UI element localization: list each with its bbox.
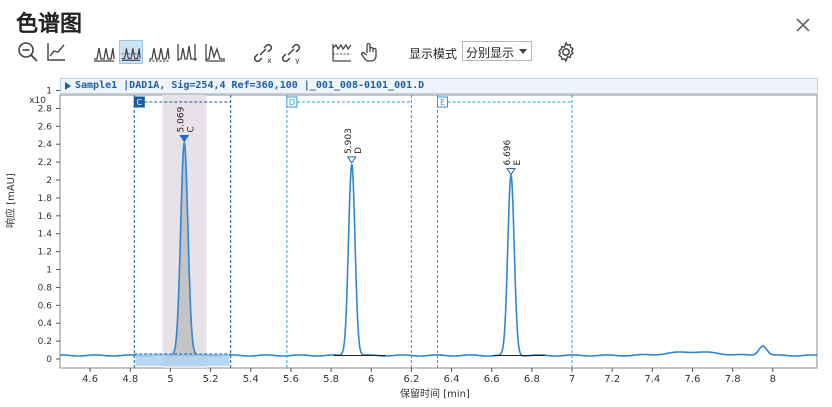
- y-tick-label: 2.2: [38, 158, 52, 168]
- y-tick-label: 0: [46, 355, 52, 365]
- x-tick-label: 8: [770, 374, 776, 385]
- y-tick-label: 2: [46, 176, 52, 186]
- x-tick-label: 5.2: [203, 374, 219, 385]
- selected-window-bar: [135, 354, 230, 366]
- x-tick-label: 4.6: [82, 374, 98, 385]
- y-multiplier-label: x10: [29, 96, 46, 106]
- y-tick-label: 0.2: [38, 337, 52, 347]
- y-tick-label: 0.6: [38, 301, 53, 311]
- x-tick-label: 7.2: [604, 374, 620, 385]
- y-tick-label: 2.4: [38, 140, 53, 150]
- y-axis-label: 响应 [mAU]: [6, 173, 17, 228]
- peak-name-label: D: [354, 147, 364, 154]
- peak-rt-label: 5.069: [176, 106, 186, 132]
- x-tick-label: 7.4: [644, 374, 660, 385]
- y-tick-label: 1.6: [38, 212, 53, 222]
- x-axis-label: 保留时间 [min]: [400, 389, 470, 400]
- x-tick-label: 5.4: [243, 374, 259, 385]
- y-tick-label: 1.2: [38, 248, 52, 258]
- peak-rt-label: 6.696: [503, 140, 513, 166]
- window-label: E: [440, 98, 445, 107]
- x-tick-label: 6.4: [444, 374, 460, 385]
- peak-rt-label: 5.903: [344, 128, 354, 154]
- window-label: D: [289, 98, 295, 107]
- window-label: C: [136, 98, 142, 107]
- x-tick-label: 6: [368, 374, 374, 385]
- y-tick-label: 2.6: [38, 122, 53, 132]
- y-tick-label: 1.4: [38, 230, 53, 240]
- y-tick-label: 1.8: [38, 194, 53, 204]
- peak-name-label: E: [513, 160, 523, 166]
- chromatogram-chart[interactable]: 4.6 4.8 5 5.2 5.4 5.6 5.8 6 6.2 6.4 6.6 6.8 7 7.2 7.4 7…: [0, 0, 832, 407]
- x-tick-label: 6.2: [403, 374, 419, 385]
- x-tick-label: 7.8: [725, 374, 741, 385]
- x-tick-label: 5.6: [283, 374, 299, 385]
- x-tick-label: 7.6: [685, 374, 701, 385]
- x-tick-label: 7: [569, 374, 575, 385]
- y-tick-label: 1: [46, 266, 52, 276]
- x-tick-label: 5.8: [323, 374, 339, 385]
- x-tick-label: 4.8: [122, 374, 138, 385]
- x-tick-label: 5: [167, 374, 173, 385]
- y-tick-label: 0.8: [38, 283, 53, 293]
- peak-name-label: C: [186, 126, 196, 132]
- x-tick-label: 6.6: [484, 374, 500, 385]
- y-tick-label: 1: [46, 87, 52, 97]
- x-tick-label: 6.8: [524, 374, 540, 385]
- y-tick-label: 0.4: [38, 319, 53, 329]
